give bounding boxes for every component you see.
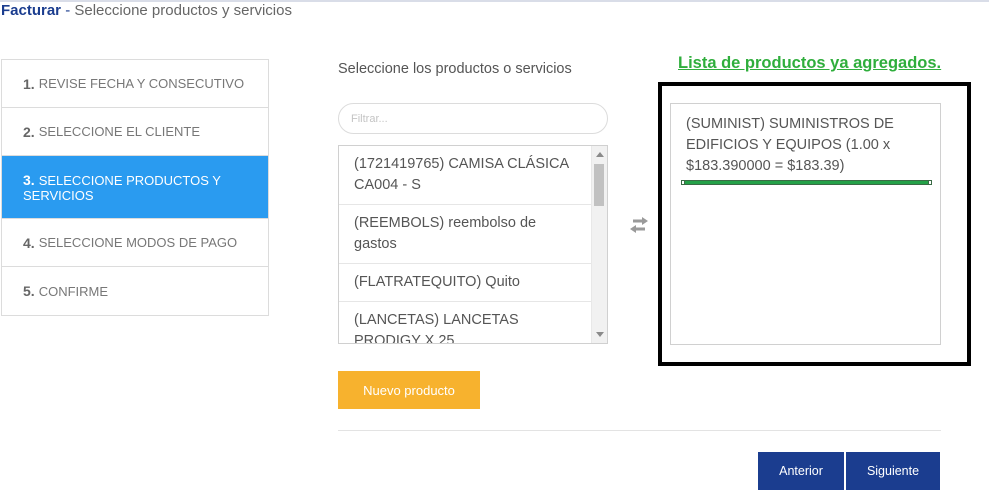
step-number: 1.: [23, 75, 35, 92]
page-title: Seleccione productos y servicios: [74, 2, 292, 19]
step-payment-modes[interactable]: 4. SELECCIONE MODOS DE PAGO: [2, 219, 268, 267]
step-revise-date[interactable]: 1. REVISE FECHA Y CONSECUTIVO: [2, 60, 268, 108]
new-product-button[interactable]: Nuevo producto: [338, 371, 480, 409]
step-select-products[interactable]: 3. SELECCIONE PRODUCTOS Y SERVICIOS: [2, 156, 268, 219]
step-confirm[interactable]: 5. CONFIRME: [2, 267, 268, 315]
resize-handle-left[interactable]: [681, 180, 685, 185]
page-header: Facturar - Seleccione productos y servic…: [1, 2, 292, 19]
transfer-arrows-icon[interactable]: [628, 214, 650, 236]
list-item[interactable]: (1721419765) CAMISA CLÁSICA CA004 - S: [339, 146, 593, 205]
added-list-title: Lista de productos ya agregados.: [678, 54, 942, 72]
header-brand[interactable]: Facturar: [1, 2, 61, 19]
resize-handle-right[interactable]: [928, 180, 932, 185]
step-label: SELECCIONE MODOS DE PAGO: [38, 235, 238, 250]
step-label: SELECCIONE EL CLIENTE: [38, 124, 201, 139]
added-products-list[interactable]: (SUMINIST) SUMINISTROS DE EDIFICIOS Y EQ…: [670, 103, 941, 345]
scroll-up-arrow-icon[interactable]: [596, 152, 604, 157]
step-label: CONFIRME: [38, 283, 109, 299]
step-number: 2.: [23, 123, 35, 140]
step-label: SELECCIONE PRODUCTOS Y SERVICIOS: [23, 172, 221, 203]
step-number: 3.: [23, 171, 35, 188]
list-item[interactable]: (LANCETAS) LANCETAS PRODIGY X 25: [339, 302, 593, 343]
step-label: REVISE FECHA Y CONSECUTIVO: [38, 76, 245, 91]
steps-panel: 1. REVISE FECHA Y CONSECUTIVO 2. SELECCION…: [1, 59, 269, 316]
step-number: 5.: [23, 283, 35, 299]
filter-input[interactable]: [338, 103, 608, 134]
divider: [338, 430, 941, 431]
header-separator: -: [61, 2, 75, 19]
scrollbar-thumb[interactable]: [594, 164, 604, 206]
next-button[interactable]: Siguiente: [846, 452, 940, 490]
list-item[interactable]: (FLATRATEQUITO) Quito: [339, 264, 593, 302]
selector-title: Seleccione los productos o servicios: [338, 61, 572, 77]
previous-button[interactable]: Anterior: [758, 452, 844, 490]
step-number: 4.: [23, 234, 35, 251]
step-select-client[interactable]: 2. SELECCIONE EL CLIENTE: [2, 108, 268, 156]
selection-bar[interactable]: [681, 180, 932, 185]
list-item[interactable]: (SUMINIST) SUMINISTROS DE EDIFICIOS Y EQ…: [686, 114, 926, 177]
scroll-down-arrow-icon[interactable]: [596, 332, 604, 337]
products-list[interactable]: (1721419765) CAMISA CLÁSICA CA004 - S (R…: [338, 145, 608, 344]
list-item[interactable]: (REEMBOLS) reembolso de gastos: [339, 205, 593, 264]
list-scrollbar[interactable]: [591, 146, 607, 343]
